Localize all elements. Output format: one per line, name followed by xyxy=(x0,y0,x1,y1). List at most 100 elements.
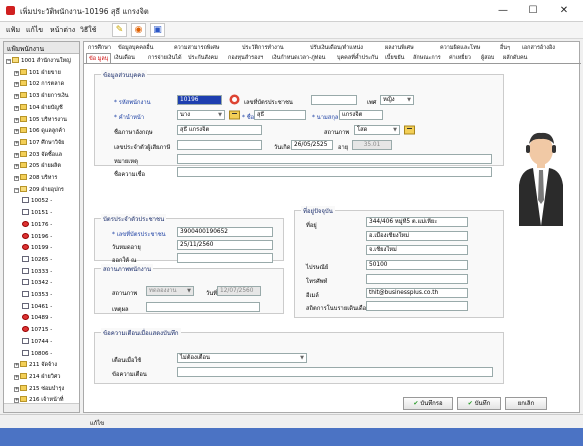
emp-code-input[interactable]: 10196 xyxy=(177,95,222,105)
search-name-input[interactable] xyxy=(177,167,492,177)
maximize-button[interactable]: ☐ xyxy=(518,2,548,20)
tree-node[interactable]: 10806 - xyxy=(22,349,52,358)
save-and-new-button[interactable]: ✔ บันทึกรอ xyxy=(403,397,453,410)
tab-tabs_row2-7[interactable]: เบี้ยขยัน xyxy=(383,53,406,63)
tree-node[interactable]: 10461 - xyxy=(22,302,52,311)
phone-input[interactable] xyxy=(366,274,468,284)
email-input[interactable]: thit@businessplus.co.th xyxy=(366,288,468,298)
expand-icon[interactable]: + xyxy=(14,164,19,170)
expand-icon[interactable]: + xyxy=(14,152,19,158)
work-reason-input[interactable] xyxy=(146,302,260,312)
address-line1-input[interactable]: 344/406 หมู่ที่5 ต.แม่เหียะ xyxy=(366,217,468,227)
tab-tabs_row1-5[interactable]: ผลงานพิเศษ xyxy=(383,43,416,53)
tree-node[interactable]: +102 การตลาด xyxy=(14,80,64,88)
expand-icon[interactable]: + xyxy=(14,105,19,111)
tab-tabs_row2-3[interactable]: ประกันสังคม xyxy=(186,53,220,63)
tree-node[interactable]: +203 จัดซื้อแล xyxy=(14,150,62,159)
tree-node[interactable]: 10196 - xyxy=(22,232,52,241)
expand-icon[interactable]: + xyxy=(14,129,19,135)
tree-node[interactable]: 10333 - xyxy=(22,267,52,276)
expand-icon[interactable]: + xyxy=(14,176,19,181)
tab-tabs_row2-9[interactable]: ค่าเหยี่ยว xyxy=(447,53,473,63)
idcard-expiry-input[interactable]: 25/11/2560 xyxy=(177,240,273,250)
folder-icon[interactable] xyxy=(229,109,240,120)
tree-node[interactable]: 10151 - xyxy=(22,209,52,217)
tab-tabs_row2-0[interactable]: ข้อ มูลบุ xyxy=(86,53,112,63)
address-line2-input[interactable]: อ.เมืองเชียงใหม่ xyxy=(366,231,468,241)
tab-tabs_row2-10[interactable]: ผู้สอบ xyxy=(479,53,496,63)
marital-status-select[interactable]: โสด ▼ xyxy=(354,125,400,135)
tree-node[interactable]: 10265 - xyxy=(22,255,52,264)
work-date-input[interactable]: 12/07/2560 xyxy=(217,286,261,296)
tree-node[interactable]: 10715 - xyxy=(22,326,52,334)
tree-node[interactable]: 10199 - xyxy=(22,244,52,252)
tab-tabs_row2-4[interactable]: กองทุนสำรองฯ xyxy=(226,53,265,63)
nickname-input[interactable]: สุธี แกรงจิต xyxy=(177,125,262,135)
tree-node[interactable]: +205 ฝ่ายผลิต xyxy=(14,162,61,170)
tab-tabs_row1-8[interactable]: เอกสารอ้างอิง xyxy=(520,43,557,53)
collapse-icon[interactable]: − xyxy=(6,59,11,64)
address-line3-input[interactable]: จ.เชียงใหม่ xyxy=(366,245,468,255)
tab-tabs_row2-11[interactable]: ผลักดับคน xyxy=(501,53,529,63)
tab-tabs_row1-3[interactable]: ประวัติการทำงาน xyxy=(240,43,286,53)
taxid-input[interactable] xyxy=(177,140,262,150)
edit-pencil-icon[interactable]: ✎ xyxy=(112,23,127,37)
tab-tabs_row2-5[interactable]: เงินกำหนดเวลา-ภู่ท่อน xyxy=(270,53,327,63)
employee-tree[interactable]: แฟ้มพนักงาน −1001 สำนักงานใหญ่ +101 ฝ่ายข… xyxy=(3,41,80,413)
remark-input[interactable] xyxy=(366,301,468,311)
tree-node[interactable]: +104 ฝ่ายบัญชี xyxy=(14,103,63,112)
tree-node[interactable]: 10744 - xyxy=(22,337,52,346)
tab-tabs_row2-6[interactable]: บุคคลที่ค้ำประกัน xyxy=(335,53,380,63)
tree-node[interactable]: − 209 ฝ่ายอุปกร xyxy=(14,185,64,194)
expand-icon[interactable]: + xyxy=(14,82,19,88)
reminder-message-input[interactable] xyxy=(177,367,493,377)
tree-node[interactable]: +215 ซ่อมบำรุง xyxy=(14,384,64,393)
expand-icon[interactable]: + xyxy=(14,386,19,392)
expand-icon[interactable]: + xyxy=(14,117,19,123)
tree-horizontal-scrollbar[interactable] xyxy=(4,403,79,412)
birthdate-input[interactable]: 26/05/2525 xyxy=(291,140,333,150)
tab-tabs_row1-4[interactable]: ปรับเงินเดือน/ตำแหน่ง xyxy=(308,43,365,53)
lastname-input[interactable]: แกรงจิต xyxy=(339,110,383,120)
tab-tabs_row1-2[interactable]: ความสามารถพิเศษ xyxy=(172,43,222,53)
minimize-button[interactable]: — xyxy=(488,2,518,20)
idcard-input[interactable] xyxy=(311,95,357,105)
tree-node[interactable]: +208 บริหาร xyxy=(14,174,57,182)
tree-node[interactable]: +105 บริหารงาน xyxy=(14,115,67,124)
lookup-icon[interactable] xyxy=(229,94,240,105)
tab-tabs_row1-7[interactable]: อื่นๆ xyxy=(498,43,512,53)
note-input[interactable] xyxy=(177,154,492,164)
sex-select[interactable]: หญิง ▼ xyxy=(380,95,414,105)
menu-file[interactable]: แฟ้ม xyxy=(6,25,20,36)
tree-node[interactable]: +214 ฝ่ายวิศว xyxy=(14,372,60,381)
folder-icon[interactable] xyxy=(404,124,415,135)
work-status-select[interactable]: ทดลองงาน ▼ xyxy=(146,286,194,296)
tab-tabs_row1-0[interactable]: การศึกษา xyxy=(86,43,113,53)
tree-node[interactable]: 10176 - xyxy=(22,220,52,229)
expand-icon[interactable]: + xyxy=(14,374,19,380)
tree-node[interactable]: 10052 - xyxy=(22,197,52,205)
monitor-icon[interactable]: ▣ xyxy=(150,23,165,37)
expand-icon[interactable]: + xyxy=(14,140,19,146)
tree-node[interactable]: +106 ดูแลลูกค้า xyxy=(14,127,65,135)
tree-node[interactable]: 10342 - xyxy=(22,279,52,287)
tree-node[interactable]: +101 ฝ่ายขาย xyxy=(14,68,61,77)
idcard-no-input[interactable]: 3900400190652 xyxy=(177,227,273,237)
expand-icon[interactable]: + xyxy=(14,363,19,369)
close-button[interactable]: ✕ xyxy=(549,2,579,20)
tree-node[interactable]: 10489 - xyxy=(22,314,52,322)
tree-node[interactable]: +107 ศึกษาวิจัย xyxy=(14,138,64,147)
reminder-type-select[interactable]: ไม่ต้องเตือน ▼ xyxy=(177,353,307,363)
tab-tabs_row2-1[interactable]: เงินเดือน xyxy=(112,53,137,63)
tab-tabs_row2-2[interactable]: การจ่ายเงินได้ xyxy=(146,53,184,63)
tree-node[interactable]: − 1001 สำนักงานใหญ่ xyxy=(6,57,71,65)
lifebuoy-icon[interactable]: ◉ xyxy=(131,23,146,37)
menu-window[interactable]: หน้าต่าง xyxy=(50,25,75,36)
tree-node[interactable]: +103 ฝ่ายการเงิน xyxy=(14,92,68,100)
cancel-button[interactable]: ยกเลิก xyxy=(505,397,547,410)
tree-node[interactable]: 10353 - xyxy=(22,291,52,299)
prefix-select[interactable]: นาง ▼ xyxy=(177,110,225,120)
idcard-issuer-input[interactable] xyxy=(177,253,273,263)
tab-tabs_row2-8[interactable]: ลักษณะการ xyxy=(411,53,443,63)
collapse-icon[interactable]: − xyxy=(14,187,19,193)
